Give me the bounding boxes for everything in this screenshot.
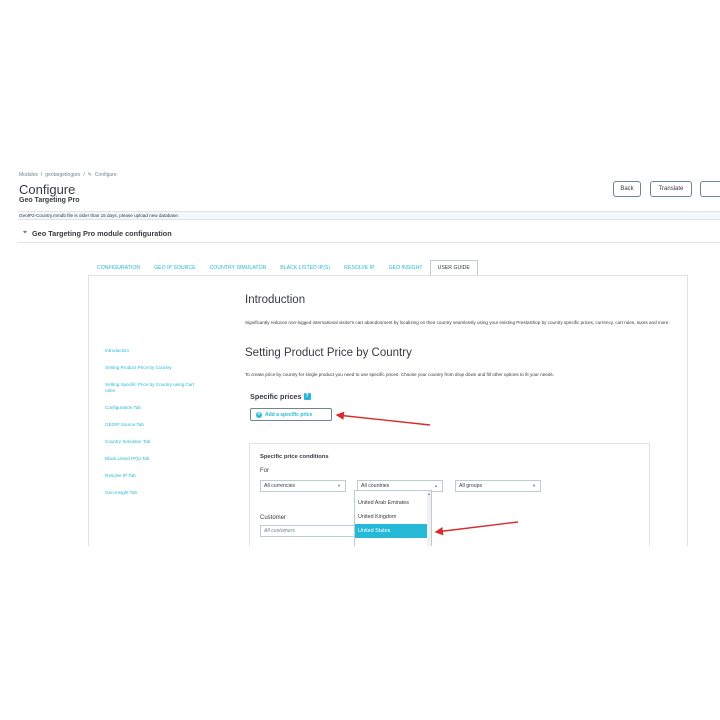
breadcrumb-configure: Configure (94, 172, 117, 178)
tab-geo-insight[interactable]: GEO INSIGHT (382, 260, 430, 276)
add-specific-price-button[interactable]: + Add a specific price (250, 408, 332, 421)
guide-nav-cart-rules[interactable]: Setting Specific Price by Country using … (105, 382, 195, 394)
breadcrumb-separator: / (83, 172, 85, 178)
panel-title: Geo Targeting Pro module configuration (32, 229, 172, 238)
country-option-uk[interactable]: United Kingdom (355, 510, 431, 524)
guide-nav-introduction[interactable]: Introduction (105, 348, 195, 354)
currency-select[interactable]: All currencies ▼ (260, 480, 346, 492)
guide-nav: Introduction Setting Product Price by Co… (105, 348, 195, 507)
guide-nav-resolve-ip-tab[interactable]: Resolve IP Tab (105, 473, 195, 479)
config-tabs: CONFIGURATION GEO IP SOURCE COUNTRY SIMU… (90, 260, 478, 276)
database-alert: GeoIP2-Country.mmdb file is older than 1… (18, 211, 720, 220)
specific-prices-text: Specific prices (250, 392, 302, 401)
country-select-value: All countries (361, 483, 390, 489)
setting-text: To create price by country for single pr… (245, 372, 554, 377)
scroll-up-icon[interactable]: ▲ (427, 492, 431, 496)
group-select[interactable]: All groups ▼ (455, 480, 541, 492)
specific-prices-label: Specific prices ? (250, 392, 311, 401)
guide-nav-geoip-source-tab[interactable]: GEOIP Source Tab (105, 422, 195, 428)
tab-user-guide[interactable]: USER GUIDE (429, 260, 478, 276)
plus-circle-icon: + (256, 411, 262, 418)
caret-down-icon: ▼ (532, 483, 536, 488)
group-select-value: All groups (459, 483, 483, 489)
tab-country-simulator[interactable]: COUNTRY SIMULATOR (203, 260, 274, 276)
breadcrumb: Modules / geotargetingpro / ✎ Configure (19, 172, 117, 178)
wrench-icon: ✎ (87, 172, 92, 178)
guide-nav-configuration-tab[interactable]: Configuration Tab (105, 405, 195, 411)
tab-geo-ip-source[interactable]: GEO IP SOURCE (147, 260, 202, 276)
conditions-title: Specific price conditions (260, 454, 329, 460)
tab-resolve-ip[interactable]: RESOLVE IP (337, 260, 381, 276)
map-pin-icon: ⌖ (23, 229, 27, 236)
caret-up-icon: ▲ (434, 483, 438, 488)
tab-black-listed-ips[interactable]: BLACK LISTED IP(S) (273, 260, 337, 276)
price-conditions-box: Specific price conditions For All curren… (249, 443, 650, 546)
country-option-uae[interactable]: United Arab Emirates (355, 496, 431, 510)
translate-button[interactable]: Translate (650, 181, 692, 197)
for-label: For (260, 468, 269, 474)
breadcrumb-module[interactable]: geotargetingpro (45, 172, 80, 178)
intro-text: Significantly reduces non-logged interna… (245, 320, 670, 325)
guide-nav-black-listed-tab[interactable]: Black Listed IP(s) Tab (105, 456, 195, 462)
page-subtitle: Geo Targeting Pro (19, 197, 80, 204)
country-option-us[interactable]: United States (355, 524, 431, 538)
dropdown-scrollbar[interactable]: ▲ (427, 491, 431, 546)
guide-nav-country-simulator-tab[interactable]: Country Simulator Tab (105, 439, 195, 445)
breadcrumb-modules[interactable]: Modules (19, 172, 38, 178)
setting-heading: Setting Product Price by Country (245, 347, 412, 359)
caret-down-icon: ▼ (337, 483, 341, 488)
tab-configuration[interactable]: CONFIGURATION (90, 260, 147, 276)
help-icon: ? (303, 393, 311, 400)
customer-input[interactable]: All customers (260, 525, 356, 537)
intro-heading: Introduction (245, 294, 306, 306)
currency-select-value: All currencies (264, 483, 296, 489)
add-specific-price-label: Add a specific price (265, 411, 313, 418)
admin-screenshot: Modules / geotargetingpro / ✎ Configure … (18, 170, 720, 546)
customer-label: Customer (260, 515, 287, 521)
guide-nav-price-by-country[interactable]: Setting Product Price by Country (105, 365, 195, 371)
panel-header: ⌖ Geo Targeting Pro module configuration (18, 224, 720, 243)
page-title: Configure (19, 182, 76, 197)
back-button[interactable]: Back (613, 181, 641, 197)
toolbar-button-cut[interactable] (700, 181, 720, 197)
guide-nav-geo-insight-tab[interactable]: Geo Insight Tab (105, 490, 195, 496)
breadcrumb-separator: / (40, 172, 43, 178)
country-dropdown-list: ▲ United Arab Emirates United Kingdom Un… (354, 490, 432, 546)
